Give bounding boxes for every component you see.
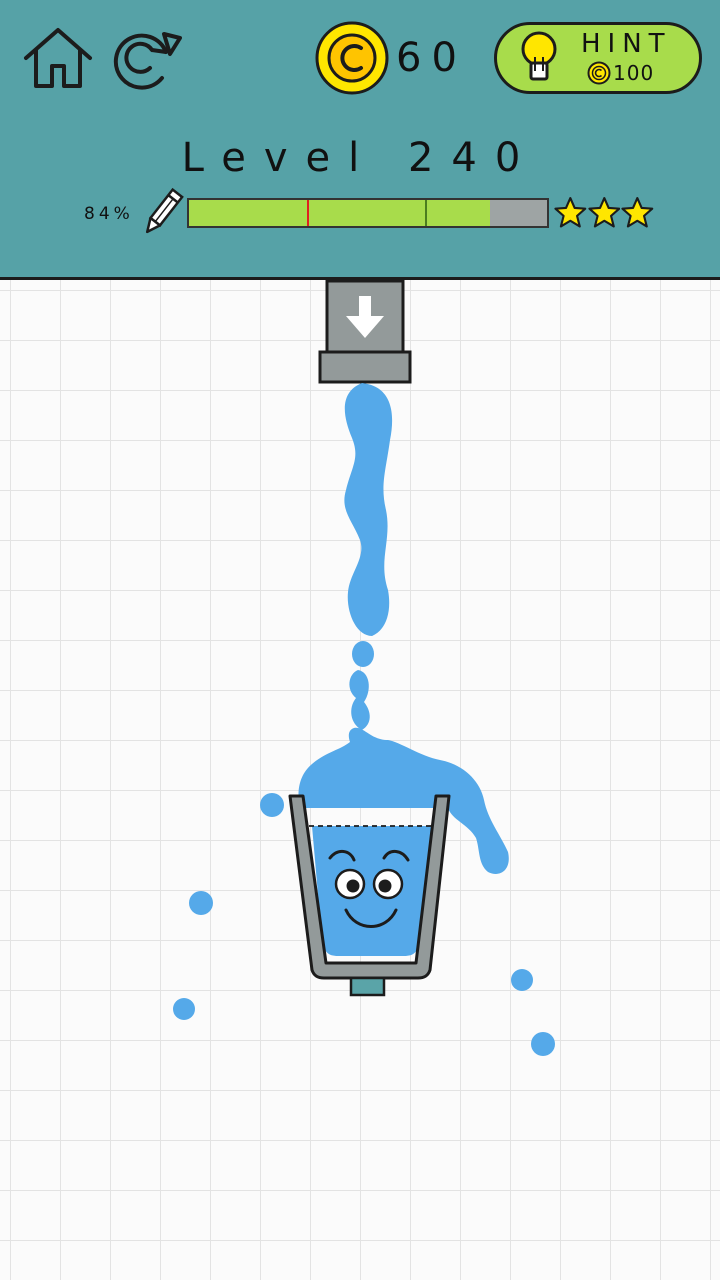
water: [173, 383, 555, 1056]
game-scene: [173, 279, 555, 1056]
water-spout: [318, 279, 412, 384]
game-screen: 60 HINT 100 Level 240 84%: [0, 0, 720, 1280]
